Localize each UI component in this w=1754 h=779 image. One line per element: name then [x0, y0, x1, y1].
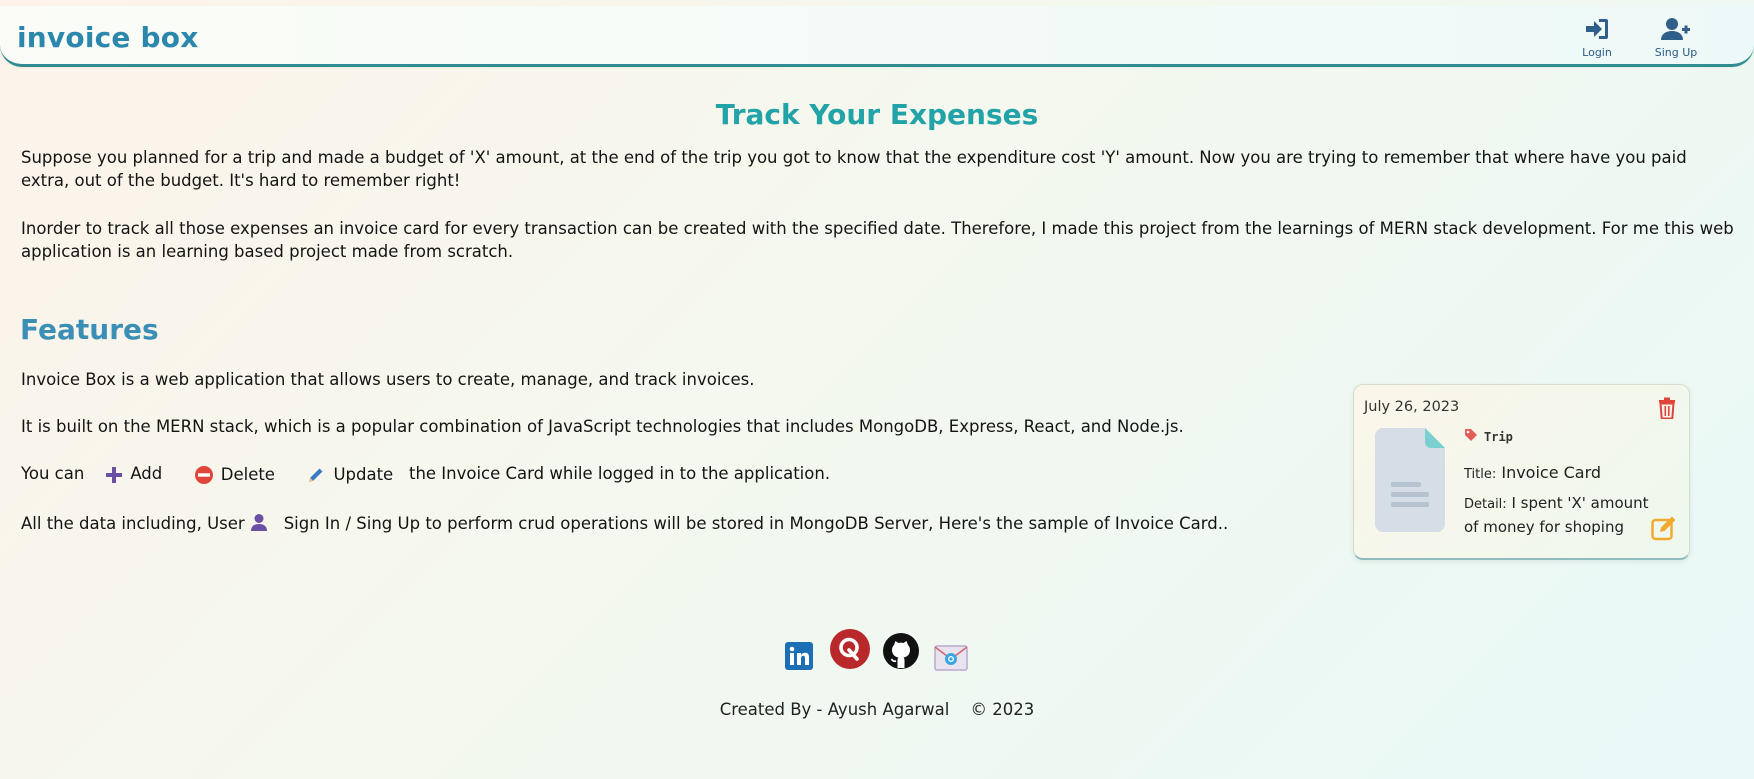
line4-prefix: All the data including, User	[21, 514, 245, 533]
card-tag: Trip	[1464, 428, 1513, 445]
update-item: Update	[306, 464, 393, 485]
navbar: invoice box Login Sing Up	[0, 6, 1754, 67]
card-title-value: Invoice Card	[1501, 463, 1602, 482]
user-plus-icon	[1636, 16, 1716, 46]
quora-icon[interactable]	[829, 628, 871, 672]
page-title: Track Your Expenses	[715, 98, 1039, 131]
github-icon[interactable]	[882, 632, 920, 676]
tag-icon	[1464, 428, 1478, 445]
features-line-3: You can Add Delete Update the Invoice Ca…	[21, 464, 830, 485]
pencil-icon	[306, 464, 326, 485]
card-detail-label: Detail:	[1464, 497, 1507, 512]
features-heading: Features	[20, 313, 159, 346]
plus-icon	[105, 464, 123, 484]
footer-credits: Created By - Ayush Agarwal	[719, 700, 950, 719]
intro-paragraph-2: Inorder to track all those expenses an i…	[21, 219, 1734, 261]
login-icon	[1557, 16, 1637, 46]
features-line-1: Invoice Box is a web application that al…	[21, 370, 755, 389]
features-line-4: All the data including, User Sign In / S…	[21, 513, 1228, 533]
delete-item: Delete	[194, 464, 275, 485]
email-icon[interactable]	[934, 645, 968, 689]
card-date: July 26, 2023	[1364, 399, 1460, 415]
linkedin-icon[interactable]	[785, 642, 813, 686]
document-icon	[1375, 428, 1445, 536]
delete-label: Delete	[220, 464, 275, 484]
features-line-2: It is built on the MERN stack, which is …	[21, 417, 1184, 436]
login-button[interactable]: Login	[1557, 16, 1637, 64]
signup-label: Sing Up	[1654, 46, 1698, 59]
brand-logo[interactable]: invoice box	[17, 21, 199, 54]
add-label: Add	[130, 464, 163, 484]
card-detail-row: Detail: I spent 'X' amount of money for …	[1464, 492, 1649, 539]
login-label: Login	[1582, 46, 1612, 59]
footer-copyright: © 2023	[970, 700, 1035, 719]
update-label: Update	[333, 464, 394, 484]
edit-icon[interactable]	[1651, 515, 1679, 545]
footer: Created By - Ayush Agarwal © 2023	[0, 700, 1754, 719]
line3-suffix: the Invoice Card while logged in to the …	[408, 464, 831, 483]
card-title-label: Title:	[1464, 467, 1497, 482]
card-tag-label: Trip	[1484, 429, 1513, 444]
signup-button[interactable]: Sing Up	[1636, 16, 1716, 64]
user-icon	[250, 514, 273, 533]
add-item: Add	[105, 464, 162, 484]
line4-suffix: Sign In / Sing Up to perform crud operat…	[283, 514, 1229, 533]
you-can-text: You can	[21, 464, 85, 483]
intro-paragraph-1: Suppose you planned for a trip and made …	[21, 148, 1687, 190]
no-entry-icon	[194, 464, 214, 485]
card-title-row: Title: Invoice Card	[1464, 463, 1601, 482]
sample-invoice-card: July 26, 2023 Trip Title: Invoice Card D…	[1353, 384, 1690, 560]
trash-icon[interactable]	[1657, 397, 1677, 423]
